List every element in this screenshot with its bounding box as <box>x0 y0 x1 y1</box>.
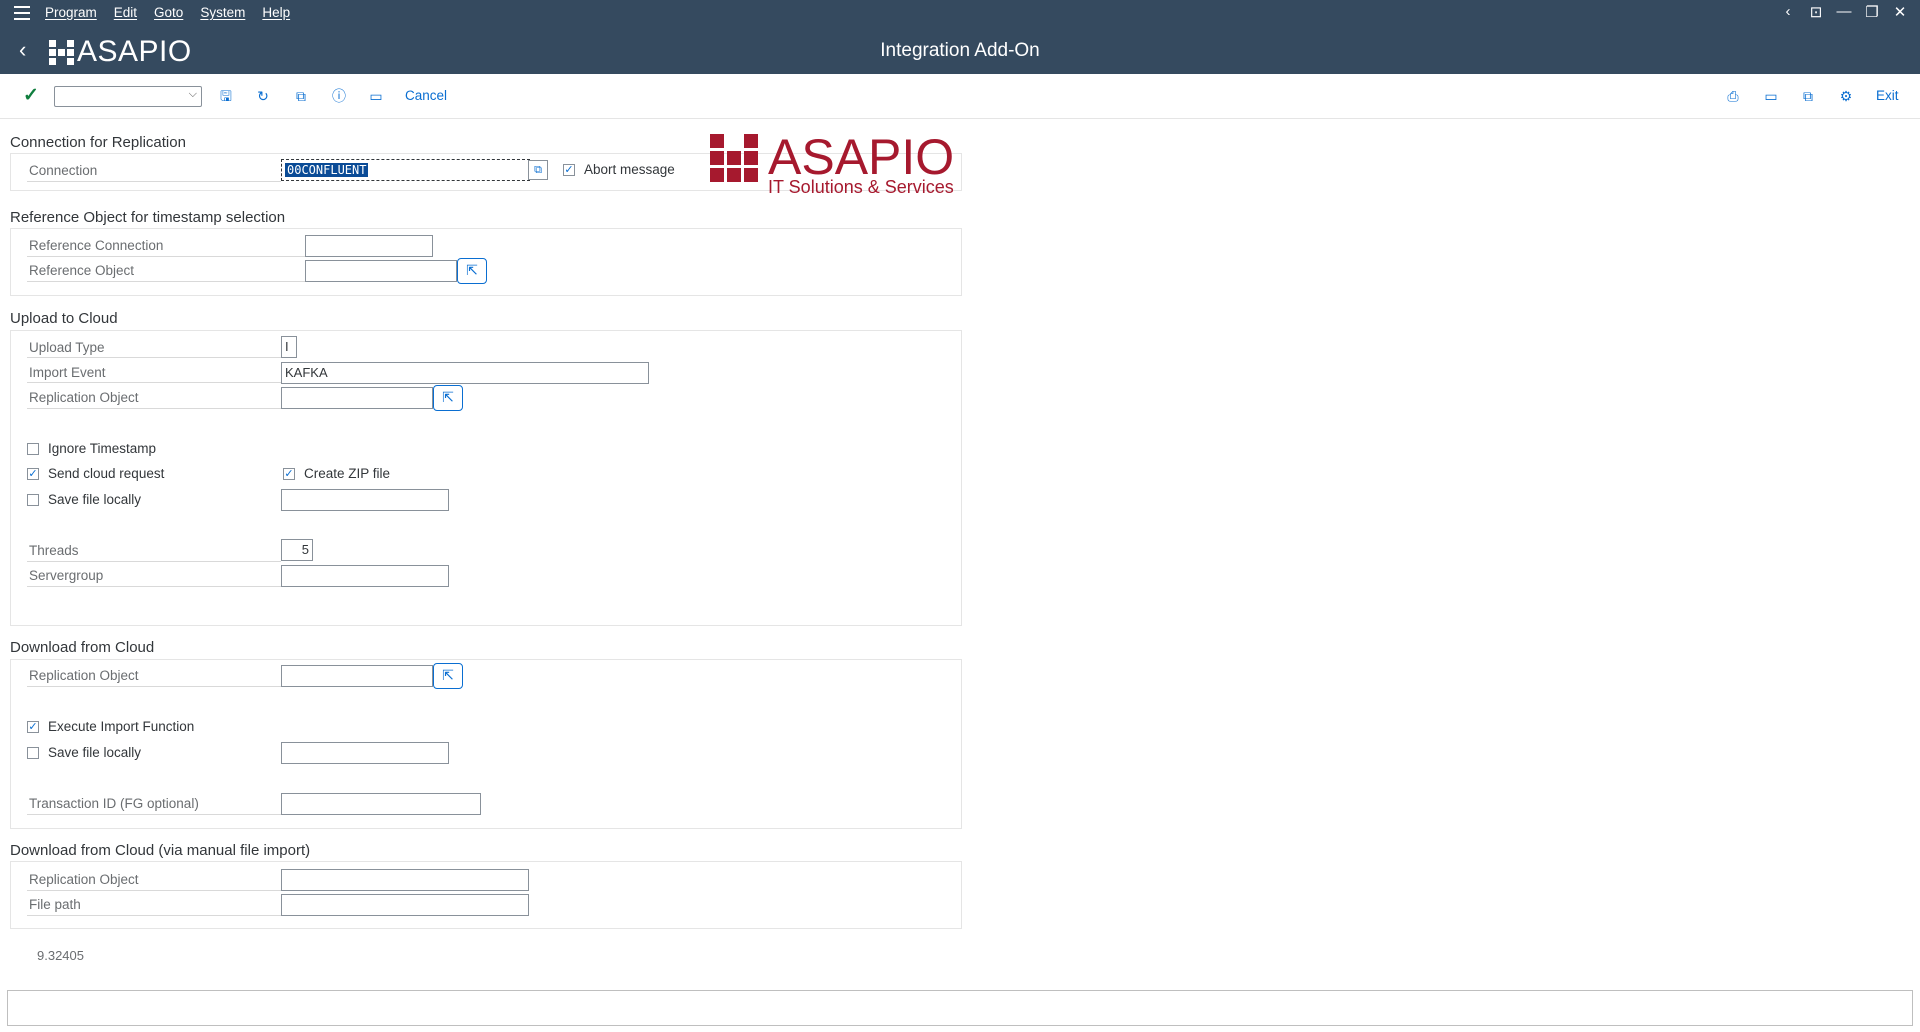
download-save-file-locally-label: Save file locally <box>48 745 142 760</box>
transaction-id-label: Transaction ID (FG optional) <box>29 796 199 811</box>
window-icon[interactable]: ▭ <box>1762 87 1780 105</box>
hamburger-menu-icon[interactable] <box>14 6 30 20</box>
download-save-file-locally-checkbox[interactable] <box>27 747 39 759</box>
ignore-timestamp-label: Ignore Timestamp <box>48 441 157 456</box>
menu-edit[interactable]: Edit <box>114 5 137 20</box>
section-title-reference: Reference Object for timestamp selection <box>10 209 286 226</box>
file-path-label: File path <box>29 897 81 912</box>
abort-message-checkbox[interactable]: ✓ <box>563 164 575 176</box>
minimize-icon[interactable]: — <box>1836 3 1852 21</box>
connection-value-help-icon[interactable]: ⧉ <box>528 160 548 180</box>
menu-bar: Program Edit Goto System Help ‹ ⊡ — ❐ ✕ <box>0 0 1920 26</box>
exit-button[interactable]: Exit <box>1876 88 1899 103</box>
copy-icon[interactable]: ⧉ <box>292 87 310 105</box>
print-icon[interactable]: ⎙ <box>1724 87 1742 105</box>
shell-header: ‹ ASAPIO Integration Add-On <box>0 26 1920 74</box>
send-cloud-request-checkbox[interactable]: ✓ <box>27 468 39 480</box>
reference-object-input[interactable] <box>305 260 457 282</box>
execute-import-label: Execute Import Function <box>48 719 195 734</box>
enter-check-icon[interactable]: ✓ <box>23 84 39 107</box>
close-icon[interactable]: ✕ <box>1892 3 1908 21</box>
reference-connection-input[interactable] <box>305 235 433 257</box>
file-path-label-line <box>27 915 281 916</box>
chevron-down-icon[interactable]: ⌵ <box>189 88 197 101</box>
upload-save-file-locally-label: Save file locally <box>48 492 142 507</box>
section-title-manual-import: Download from Cloud (via manual file imp… <box>10 842 311 859</box>
toolbar: ✓ ⌵ 🖫 ↻ ⧉ ⓘ ▭ Cancel ⎙ ▭ ⧉ ⚙ Exit <box>0 74 1920 119</box>
download-replication-object-open-icon[interactable]: ⇱ <box>433 663 463 689</box>
section-title-upload: Upload to Cloud <box>10 310 118 327</box>
threads-label: Threads <box>29 543 79 558</box>
download-save-file-path-input[interactable] <box>281 742 449 764</box>
upload-save-file-locally-checkbox[interactable] <box>27 494 39 506</box>
file-path-input[interactable] <box>281 894 529 916</box>
reference-connection-label: Reference Connection <box>29 238 164 253</box>
upload-type-label-line <box>27 357 281 358</box>
display-icon[interactable]: ▭ <box>367 87 385 105</box>
threads-input[interactable]: 5 <box>281 539 313 561</box>
reference-object-label: Reference Object <box>29 263 135 278</box>
history-icon[interactable]: ↻ <box>254 87 272 105</box>
settings-icon[interactable]: ⚙ <box>1837 87 1855 105</box>
create-zip-label: Create ZIP file <box>304 466 391 481</box>
threads-label-line <box>27 561 281 562</box>
manual-replication-object-input[interactable] <box>281 869 529 891</box>
asapio-logo-mark-icon <box>710 134 758 182</box>
menu-system[interactable]: System <box>200 5 245 20</box>
manual-replication-object-label-line <box>27 890 281 891</box>
servergroup-label-line <box>27 586 281 587</box>
ignore-timestamp-checkbox[interactable] <box>27 443 39 455</box>
upload-replication-object-label-line <box>27 408 281 409</box>
servergroup-label: Servergroup <box>29 568 104 583</box>
upload-type-label: Upload Type <box>29 340 105 355</box>
transaction-id-input[interactable] <box>281 793 481 815</box>
import-event-input[interactable]: KAFKA <box>281 362 649 384</box>
new-window-icon[interactable]: ⧉ <box>1799 87 1817 105</box>
connection-input[interactable]: 00CONFLUENT <box>281 159 530 181</box>
status-bar[interactable] <box>7 990 1913 1026</box>
download-replication-object-label: Replication Object <box>29 668 139 683</box>
abort-message-label: Abort message <box>584 162 675 177</box>
page-title: Integration Add-On <box>880 40 1040 61</box>
reference-connection-label-line <box>27 256 305 257</box>
menu-help[interactable]: Help <box>262 5 290 20</box>
upload-replication-object-label: Replication Object <box>29 390 139 405</box>
section-title-download: Download from Cloud <box>10 639 155 656</box>
send-cloud-request-label: Send cloud request <box>48 466 165 481</box>
menu-goto[interactable]: Goto <box>154 5 183 20</box>
collapse-left-icon[interactable]: ‹ <box>1780 3 1796 21</box>
upload-save-file-path-input[interactable] <box>281 489 449 511</box>
section-title-connection: Connection for Replication <box>10 134 186 151</box>
manual-replication-object-label: Replication Object <box>29 872 139 887</box>
upload-replication-object-input[interactable] <box>281 387 433 409</box>
connection-label: Connection <box>29 163 98 178</box>
execute-import-checkbox[interactable]: ✓ <box>27 721 39 733</box>
upload-type-input[interactable]: I <box>281 336 297 358</box>
info-icon[interactable]: ⓘ <box>330 87 348 105</box>
download-replication-object-input[interactable] <box>281 665 433 687</box>
menu-program[interactable]: Program <box>45 5 97 20</box>
download-replication-object-label-line <box>27 686 281 687</box>
asapio-logo: ASAPIO IT Solutions & Services <box>710 129 960 197</box>
upload-replication-object-open-icon[interactable]: ⇱ <box>433 385 463 411</box>
asapio-logo-tagline: IT Solutions & Services <box>768 177 954 197</box>
transaction-id-label-line <box>27 814 281 815</box>
restore-icon[interactable]: ❐ <box>1864 3 1880 21</box>
reference-object-label-line <box>27 281 305 282</box>
create-zip-checkbox[interactable]: ✓ <box>283 468 295 480</box>
save-icon[interactable]: 🖫 <box>217 87 235 105</box>
unlock-icon[interactable]: ⊡ <box>1808 3 1824 21</box>
command-field[interactable]: ⌵ <box>54 86 202 107</box>
reference-object-open-icon[interactable]: ⇱ <box>457 258 487 284</box>
import-event-label: Import Event <box>29 365 106 380</box>
connection-label-line <box>27 181 281 182</box>
connection-input-value: 00CONFLUENT <box>285 163 369 177</box>
servergroup-input[interactable] <box>281 565 449 587</box>
import-event-label-line <box>27 382 281 383</box>
cancel-button[interactable]: Cancel <box>405 88 447 103</box>
version-text: 9.32405 <box>37 948 84 963</box>
